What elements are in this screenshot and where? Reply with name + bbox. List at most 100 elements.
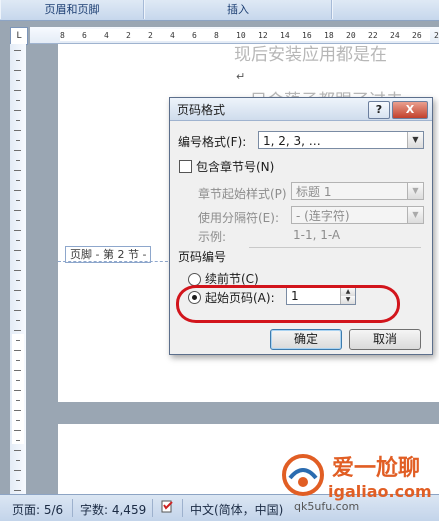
document-text: 现后安装应用都是在 <box>234 45 387 65</box>
ruler-tick <box>16 100 20 101</box>
ruler-tick <box>14 210 21 211</box>
example-value: 1-1, 1-A <box>293 228 341 242</box>
word-count[interactable]: 字数: 4,459 <box>80 501 146 518</box>
ruler-tick <box>16 300 20 301</box>
paragraph-mark: ↵ <box>236 70 246 83</box>
divider <box>72 499 73 517</box>
watermark-logo-icon <box>282 454 324 496</box>
ruler-tick-label: 6 <box>82 31 87 40</box>
ruler-tick <box>14 410 21 411</box>
ruler-tick-label: 16 <box>302 31 312 40</box>
number-format-select[interactable]: 1, 2, 3, … ▼ <box>258 131 424 149</box>
include-chapter-checkbox[interactable] <box>179 160 192 173</box>
page-count[interactable]: 页面: 5/6 <box>12 501 63 518</box>
help-button[interactable]: ? <box>368 101 390 119</box>
chapter-style-value: 标题 1 <box>296 185 332 199</box>
vertical-ruler[interactable] <box>10 44 26 494</box>
ruler-tick <box>14 190 21 191</box>
ruler-tick <box>14 150 21 151</box>
ruler-tick <box>16 340 20 341</box>
ruler-tick <box>16 460 20 461</box>
include-chapter-label: 包含章节号(N) <box>196 160 275 174</box>
watermark-url: igaliao.com <box>328 482 432 501</box>
ruler-tick <box>14 50 21 51</box>
close-button[interactable]: X <box>392 101 428 119</box>
insert-group[interactable]: 插入 <box>144 0 332 19</box>
ruler-tick-label: 12 <box>258 31 268 40</box>
ruler-tick <box>14 170 21 171</box>
ruler-tick <box>14 490 21 491</box>
ruler-tick <box>14 70 21 71</box>
ruler-tick-label: 14 <box>280 31 290 40</box>
ruler-tick <box>14 390 21 391</box>
ruler-tick-label: 2 <box>126 31 131 40</box>
ruler-tick <box>16 420 20 421</box>
ruler-tick <box>16 60 20 61</box>
separator-label: 使用分隔符(E): <box>198 211 279 225</box>
ruler-tick <box>16 240 20 241</box>
ruler-tick <box>16 320 20 321</box>
proofing-icon[interactable] <box>160 499 176 515</box>
ruler-tick <box>14 310 21 311</box>
ok-button[interactable]: 确定 <box>270 329 342 350</box>
ruler-tick-label: 8 <box>60 31 65 40</box>
ruler-tick <box>14 250 21 251</box>
ruler-tick <box>16 160 20 161</box>
ruler-tick-label: 2 <box>148 31 153 40</box>
ruler-tick-label: 20 <box>346 31 356 40</box>
ribbon-group-3[interactable] <box>332 0 439 19</box>
footer-boundary <box>58 261 173 262</box>
ruler-tick <box>16 380 20 381</box>
site-watermark: 爱一尬聊 igaliao.com qk5ufu.com <box>280 448 432 516</box>
ruler-tick <box>14 370 21 371</box>
ruler-tick <box>14 90 21 91</box>
ruler-tick-label: 24 <box>390 31 400 40</box>
ruler-tick <box>16 360 20 361</box>
group-divider <box>249 247 421 248</box>
cancel-button[interactable]: 取消 <box>349 329 421 350</box>
ruler-tick <box>16 220 20 221</box>
ruler-tick <box>16 180 20 181</box>
chevron-down-icon[interactable]: ▼ <box>407 183 423 199</box>
highlight-annotation <box>176 285 400 323</box>
page-number-format-dialog: 页码格式 ? X 编号格式(F): 1, 2, 3, … ▼ 包含章节号(N) … <box>169 97 433 355</box>
ruler-tick-label: 4 <box>104 31 109 40</box>
ruler-tick-label: 18 <box>324 31 334 40</box>
ruler-tick <box>14 270 21 271</box>
chevron-down-icon[interactable]: ▼ <box>407 132 423 148</box>
ruler-tick <box>14 470 21 471</box>
watermark-url-2: qk5ufu.com <box>294 500 360 513</box>
header-footer-group[interactable]: 页眉和页脚 <box>0 0 144 19</box>
ruler-tick <box>16 280 20 281</box>
example-label: 示例: <box>198 230 227 244</box>
number-format-label: 编号格式(F): <box>178 135 247 149</box>
ruler-tick-label: 4 <box>170 31 175 40</box>
ruler-tick <box>14 110 21 111</box>
tab-selector[interactable]: L <box>10 27 28 45</box>
divider <box>152 499 153 517</box>
ruler-tick <box>14 350 21 351</box>
ruler-tick <box>16 120 20 121</box>
ruler-tick <box>14 130 21 131</box>
dialog-title: 页码格式 <box>177 103 226 117</box>
ruler-tick <box>16 200 20 201</box>
ruler-tick <box>14 230 21 231</box>
separator-value: - (连字符) <box>296 209 350 223</box>
chapter-style-label: 章节起始样式(P) <box>198 187 287 201</box>
ruler-tick <box>14 330 21 331</box>
ruler-tick <box>16 480 20 481</box>
ruler-tick <box>16 260 20 261</box>
ruler-tick-label: 22 <box>368 31 378 40</box>
ruler-tick-label: 10 <box>236 31 246 40</box>
language-indicator[interactable]: 中文(简体，中国) <box>190 501 283 518</box>
ruler-tick <box>16 140 20 141</box>
ruler-tick-label: 8 <box>214 31 219 40</box>
chevron-down-icon[interactable]: ▼ <box>407 207 423 223</box>
separator-select[interactable]: - (连字符) ▼ <box>291 206 424 224</box>
page-numbering-label: 页码编号 <box>178 250 227 264</box>
divider <box>182 499 183 517</box>
ruler-tick-label: 28 <box>434 31 439 40</box>
ruler-tick <box>14 290 21 291</box>
dialog-titlebar[interactable]: 页码格式 ? X <box>170 98 432 121</box>
chapter-style-select[interactable]: 标题 1 ▼ <box>291 182 424 200</box>
